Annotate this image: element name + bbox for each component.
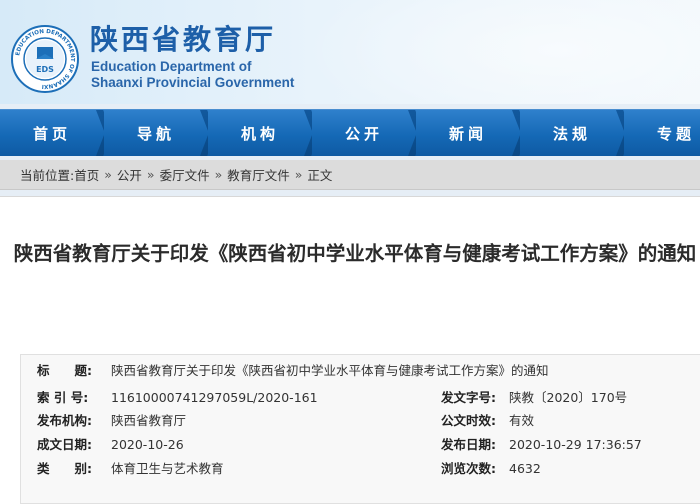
nav-label: 导航 <box>136 124 175 143</box>
meta-validity-value: 有效 <box>509 413 535 428</box>
nav-item-public[interactable]: 公开 <box>312 110 424 156</box>
nav-item-home[interactable]: 首页 <box>0 110 112 156</box>
nav-label: 新闻 <box>448 124 487 143</box>
meta-created-date-value: 2020-10-26 <box>111 437 184 452</box>
nav-item-organization[interactable]: 机构 <box>208 110 320 156</box>
nav-item-topics[interactable]: 专题 <box>624 110 700 156</box>
article-title: 陕西省教育厅关于印发《陕西省初中学业水平体育与健康考试工作方案》的通知 <box>13 242 697 265</box>
breadcrumb-link-home[interactable]: 首页 <box>74 165 99 184</box>
breadcrumb-current: 正文 <box>307 168 333 183</box>
header-decoration <box>300 0 700 104</box>
nav-label: 专题 <box>656 124 695 143</box>
meta-index-value: 11610000741297059L/2020-161 <box>111 390 318 405</box>
meta-views-value: 4632 <box>509 461 541 476</box>
meta-row-issuer: 发布机构: 陕西省教育厅 公文时效: 有效 <box>21 409 700 433</box>
nav-label: 公开 <box>344 124 383 143</box>
meta-published-date-label: 发布日期: <box>441 437 496 452</box>
meta-validity-label: 公文时效: <box>441 413 496 428</box>
nav-item-news[interactable]: 新闻 <box>416 110 528 156</box>
meta-row-dates: 成文日期: 2020-10-26 发布日期: 2020-10-29 17:36:… <box>21 433 700 457</box>
meta-row-category: 类 别: 体育卫生与艺术教育 浏览次数: 4632 <box>21 457 700 481</box>
meta-category-value: 体育卫生与艺术教育 <box>111 461 224 476</box>
site-title[interactable]: 陕西省教育厅 <box>90 22 276 58</box>
meta-row-title: 标 题: 陕西省教育厅关于印发《陕西省初中学业水平体育与健康考试工作方案》的通知 <box>21 359 700 383</box>
main-nav: 首页 导航 机构 公开 新闻 法规 专题 <box>0 109 700 156</box>
nav-label: 机构 <box>240 124 279 143</box>
meta-row-index: 索 引 号: 11610000741297059L/2020-161 发文字号:… <box>21 386 700 410</box>
breadcrumb-separator: » <box>104 167 112 182</box>
department-emblem-icon[interactable]: EDUCATION DEPARTMENT OF SHAANXI EDS <box>10 24 80 94</box>
article-container: 陕西省教育厅关于印发《陕西省初中学业水平体育与健康考试工作方案》的通知 标 题:… <box>0 196 700 504</box>
meta-index-label: 索 引 号: <box>37 390 89 405</box>
meta-doc-number-label: 发文字号: <box>441 390 496 405</box>
site-english-name-line2: Shaanxi Provincial Government <box>91 75 295 90</box>
site-english-name-line1: Education Department of <box>91 59 252 74</box>
meta-created-date-label: 成文日期: <box>37 437 92 452</box>
nav-item-guide[interactable]: 导航 <box>104 110 216 156</box>
nav-label: 首页 <box>32 124 71 143</box>
breadcrumb-prefix: 当前位置: <box>20 168 75 183</box>
meta-issuer-value: 陕西省教育厅 <box>111 413 187 428</box>
nav-label: 法规 <box>552 124 591 143</box>
emblem-center-text: EDS <box>36 65 54 74</box>
breadcrumb: 当前位置: 首页 » 公开 » 委厅文件 » 教育厅文件 » 正文 <box>0 160 700 190</box>
document-metadata: 标 题: 陕西省教育厅关于印发《陕西省初中学业水平体育与健康考试工作方案》的通知… <box>20 354 700 504</box>
breadcrumb-link-department-docs[interactable]: 教育厅文件 <box>227 165 290 184</box>
breadcrumb-link-committee-docs[interactable]: 委厅文件 <box>160 165 210 184</box>
breadcrumb-separator: » <box>294 167 303 182</box>
meta-views-label: 浏览次数: <box>441 461 496 476</box>
breadcrumb-link-public[interactable]: 公开 <box>117 165 142 184</box>
breadcrumb-separator: » <box>146 167 155 182</box>
meta-title-value: 陕西省教育厅关于印发《陕西省初中学业水平体育与健康考试工作方案》的通知 <box>111 363 549 378</box>
meta-title-label: 标 题: <box>37 363 92 378</box>
meta-published-date-value: 2020-10-29 17:36:57 <box>509 437 642 452</box>
meta-doc-number-value: 陕教〔2020〕170号 <box>509 390 628 405</box>
meta-issuer-label: 发布机构: <box>37 413 92 428</box>
site-header: EDUCATION DEPARTMENT OF SHAANXI EDS 陕西省教… <box>0 0 700 104</box>
nav-item-regulations[interactable]: 法规 <box>520 110 632 156</box>
breadcrumb-separator: » <box>214 167 223 182</box>
meta-category-label: 类 别: <box>37 461 92 476</box>
